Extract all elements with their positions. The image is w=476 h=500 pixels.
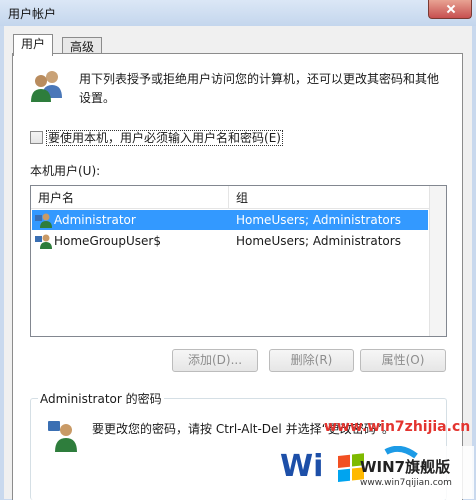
table-row[interactable]: Administrator HomeUsers; Administrators bbox=[32, 210, 428, 230]
checkbox-accel: (E) bbox=[264, 131, 281, 145]
tab-users-label: 用户 bbox=[21, 37, 46, 51]
tab-users[interactable]: 用户 bbox=[13, 34, 54, 56]
require-password-label[interactable]: 要使用本机，用户必须输入用户名和密码(E) bbox=[46, 129, 283, 146]
users-listview[interactable]: 用户名 组 Administrator HomeUsers; Administr… bbox=[30, 185, 447, 337]
password-group-title: Administrator 的密码 bbox=[38, 390, 164, 407]
properties-button[interactable]: 属性(O) bbox=[360, 349, 446, 372]
tab-advanced-label: 高级 bbox=[70, 40, 95, 54]
require-password-checkbox[interactable] bbox=[30, 131, 43, 144]
brand-site: www.win7qijian.com bbox=[360, 478, 452, 488]
watermark-brand: Wi WIN7旗舰版 www.win7qijian.com bbox=[246, 446, 474, 499]
user-icon bbox=[35, 234, 52, 249]
row-group: HomeUsers; Administrators bbox=[236, 234, 401, 248]
users-list-label: 本机用户(U): bbox=[30, 164, 101, 178]
row-group: HomeUsers; Administrators bbox=[236, 213, 401, 227]
brand-text: WIN7旗舰版 bbox=[360, 458, 451, 476]
table-row[interactable]: HomeGroupUser$ HomeUsers; Administrators bbox=[32, 231, 428, 251]
column-header-group[interactable]: 组 bbox=[236, 189, 248, 206]
row-username: HomeGroupUser$ bbox=[54, 234, 161, 248]
svg-text:Wi: Wi bbox=[280, 449, 323, 484]
checkbox-text: 要使用本机，用户必须输入用户名和密码 bbox=[48, 131, 265, 145]
column-header-username[interactable]: 用户名 bbox=[38, 189, 74, 206]
watermark-url: www.win7zhijia.cn bbox=[324, 419, 471, 435]
remove-button[interactable]: 删除(R) bbox=[269, 349, 354, 372]
focus-outline: 要使用本机，用户必须输入用户名和密码(E) bbox=[46, 130, 283, 146]
close-button[interactable] bbox=[428, 0, 472, 19]
users-icon bbox=[31, 71, 62, 102]
user-key-icon bbox=[48, 421, 77, 452]
column-divider[interactable] bbox=[228, 186, 229, 208]
list-scrollbar[interactable] bbox=[429, 186, 446, 336]
row-username: Administrator bbox=[54, 213, 136, 227]
add-button[interactable]: 添加(D)... bbox=[172, 349, 258, 372]
window-title: 用户帐户 bbox=[8, 7, 57, 21]
title-bar bbox=[0, 0, 476, 26]
user-icon bbox=[35, 213, 52, 228]
intro-text: 用下列表授予或拒绝用户访问您的计算机，还可以更改其密码和其他设置。 bbox=[79, 72, 440, 105]
